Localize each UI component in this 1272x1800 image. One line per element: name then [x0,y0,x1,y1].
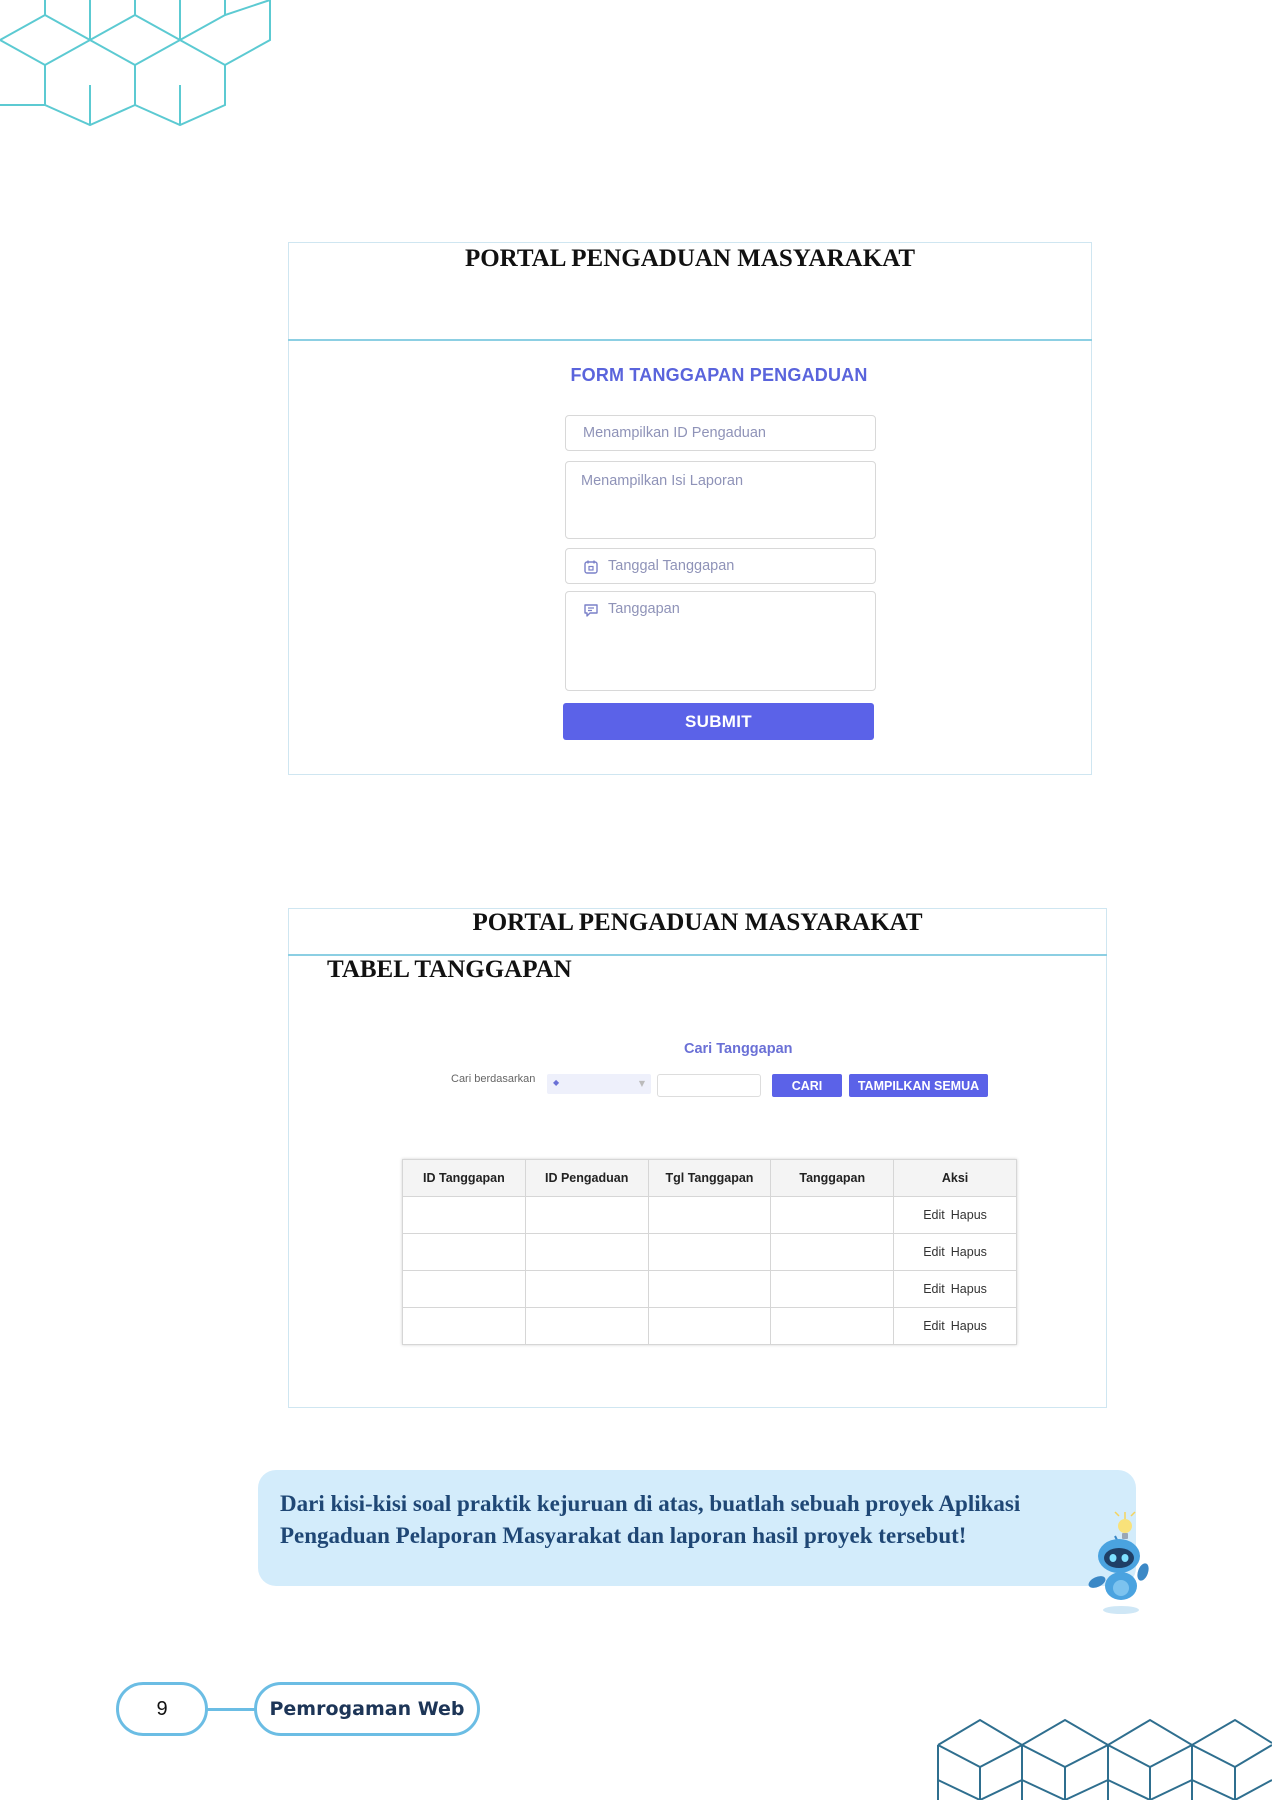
aksi-cell: Edit Hapus [893,1233,1017,1271]
isi-laporan-field[interactable]: Menampilkan Isi Laporan [565,461,876,539]
column-header: Tgl Tanggapan [647,1159,772,1197]
callout-line-1: Dari kisi-kisi soal praktik kejuruan di … [280,1491,1021,1516]
tanggal-tanggapan-field[interactable]: Tanggal Tanggapan [565,548,876,584]
footer-connector [206,1708,256,1711]
table-row: Edit Hapus [402,1270,1017,1308]
hapus-link[interactable]: Hapus [951,1319,987,1333]
table-cell [647,1196,772,1234]
table-cell [770,1270,895,1308]
search-heading: Cari Tanggapan [684,1041,793,1057]
form-screenshot-frame: PORTAL PENGADUAN MASYARAKAT FORM TANGGAP… [288,242,1092,775]
table-cell [647,1307,772,1345]
robot-mascot-icon [1088,1511,1149,1614]
table-row: Edit Hapus [402,1196,1017,1234]
table-row: Edit Hapus [402,1307,1017,1345]
id-pengaduan-placeholder: Menampilkan ID Pengaduan [583,425,766,441]
table-cell [524,1270,649,1308]
tampilkan-semua-button[interactable]: TAMPILKAN SEMUA [849,1074,988,1097]
table-cell [524,1233,649,1271]
callout-line-2: Pengaduan Pelaporan Masyarakat dan lapor… [280,1523,967,1548]
form-heading: FORM TANGGAPAN PENGADUAN [570,365,868,385]
table-cell [770,1307,895,1345]
hapus-link[interactable]: Hapus [951,1208,987,1222]
search-input[interactable] [657,1074,761,1097]
table-cell [402,1307,526,1345]
table-cell [402,1270,526,1308]
column-header: ID Tanggapan [402,1159,526,1197]
edit-link[interactable]: Edit [923,1319,945,1333]
table-cell [770,1233,895,1271]
id-pengaduan-field[interactable]: Menampilkan ID Pengaduan [565,415,876,451]
tanggal-tanggapan-placeholder: Tanggal Tanggapan [608,558,735,574]
table-heading: TABEL TANGGAPAN [327,956,572,983]
table-cell [770,1196,895,1234]
table-cell [402,1233,526,1271]
table-cell [647,1270,772,1308]
calendar-icon [584,560,598,574]
column-header: Aksi [893,1159,1017,1197]
header-divider [288,339,1092,341]
aksi-cell: Edit Hapus [893,1270,1017,1308]
table-cell [524,1196,649,1234]
submit-button[interactable]: SUBMIT [563,703,874,740]
search-by-select[interactable]: ◆ ▼ [547,1074,651,1094]
cube-pattern-bottom-decoration [937,1718,1272,1800]
tanggapan-field[interactable]: Tanggapan [565,591,876,691]
portal-title: PORTAL PENGADUAN MASYARAKAT [472,909,923,936]
cube-pattern-top-decoration [0,0,271,127]
hapus-link[interactable]: Hapus [951,1245,987,1259]
book-title: Pemrogaman Web [254,1682,480,1736]
chevron-down-icon: ▼ [638,1079,645,1088]
aksi-cell: Edit Hapus [893,1196,1017,1234]
edit-link[interactable]: Edit [923,1208,945,1222]
portal-title: PORTAL PENGADUAN MASYARAKAT [464,245,916,272]
edit-link[interactable]: Edit [923,1282,945,1296]
message-icon [584,604,598,617]
column-header: ID Pengaduan [524,1159,649,1197]
page-number: 9 [116,1682,208,1736]
table-cell [647,1233,772,1271]
column-header: Tanggapan [770,1159,895,1197]
task-callout: Dari kisi-kisi soal praktik kejuruan di … [258,1470,1136,1586]
table-cell [402,1196,526,1234]
table-screenshot-frame: PORTAL PENGADUAN MASYARAKAT TABEL TANGGA… [288,908,1107,1408]
callout-text: Dari kisi-kisi soal praktik kejuruan di … [280,1488,1110,1552]
aksi-cell: Edit Hapus [893,1307,1017,1345]
tanggapan-table: ID Tanggapan ID Pengaduan Tgl Tanggapan … [402,1159,1017,1345]
table-header-row: ID Tanggapan ID Pengaduan Tgl Tanggapan … [402,1159,1017,1197]
table-cell [524,1307,649,1345]
hapus-link[interactable]: Hapus [951,1282,987,1296]
isi-laporan-placeholder: Menampilkan Isi Laporan [581,473,744,489]
cari-button[interactable]: CARI [772,1074,842,1097]
search-by-label: Cari berdasarkan [451,1073,536,1085]
select-marker-icon: ◆ [553,1078,560,1087]
tanggapan-placeholder: Tanggapan [608,601,680,617]
edit-link[interactable]: Edit [923,1245,945,1259]
table-row: Edit Hapus [402,1233,1017,1271]
